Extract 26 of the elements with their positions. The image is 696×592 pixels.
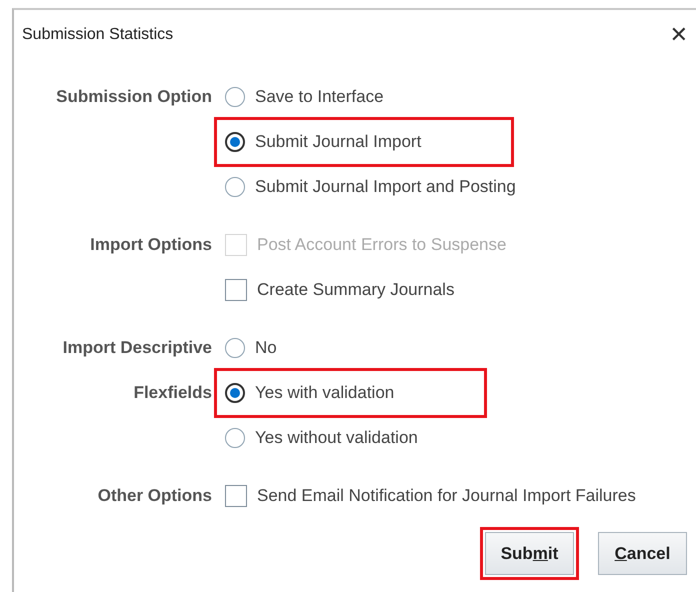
option-label: Send Email Notification for Journal Import Failures (257, 486, 636, 506)
option-label: No (255, 338, 277, 358)
field-label: Import Descriptive (62, 338, 212, 356)
radio-button[interactable] (225, 428, 245, 448)
checkbox[interactable] (225, 278, 247, 300)
dialog-button[interactable]: Submit (485, 532, 574, 575)
checkbox[interactable] (225, 484, 247, 506)
radio-button[interactable] (225, 176, 245, 196)
field-label: Submission Option (56, 86, 212, 106)
close-button[interactable]: ✕ (670, 22, 696, 48)
field-label: Flexfields (134, 382, 212, 402)
field-label: Import Options (90, 234, 212, 254)
dialog-title: Submission Statistics (22, 26, 174, 44)
option-label: Post Account Errors to Suspense (257, 234, 506, 254)
option-label: Save to Interface (255, 86, 384, 106)
dialog-button[interactable]: Cancel (598, 532, 687, 575)
option-label: Yes without validation (255, 428, 418, 448)
option-label: Submit Journal Import and Posting (255, 176, 516, 196)
radio-button[interactable] (225, 338, 245, 358)
option-label: Submit Journal Import (255, 132, 422, 152)
field-label: Other Options (98, 486, 212, 504)
radio-button[interactable] (225, 382, 245, 402)
option-label: Yes with validation (255, 382, 394, 402)
radio-button[interactable] (225, 132, 245, 152)
radio-button[interactable] (225, 86, 245, 106)
option-label: Create Summary Journals (257, 280, 454, 300)
